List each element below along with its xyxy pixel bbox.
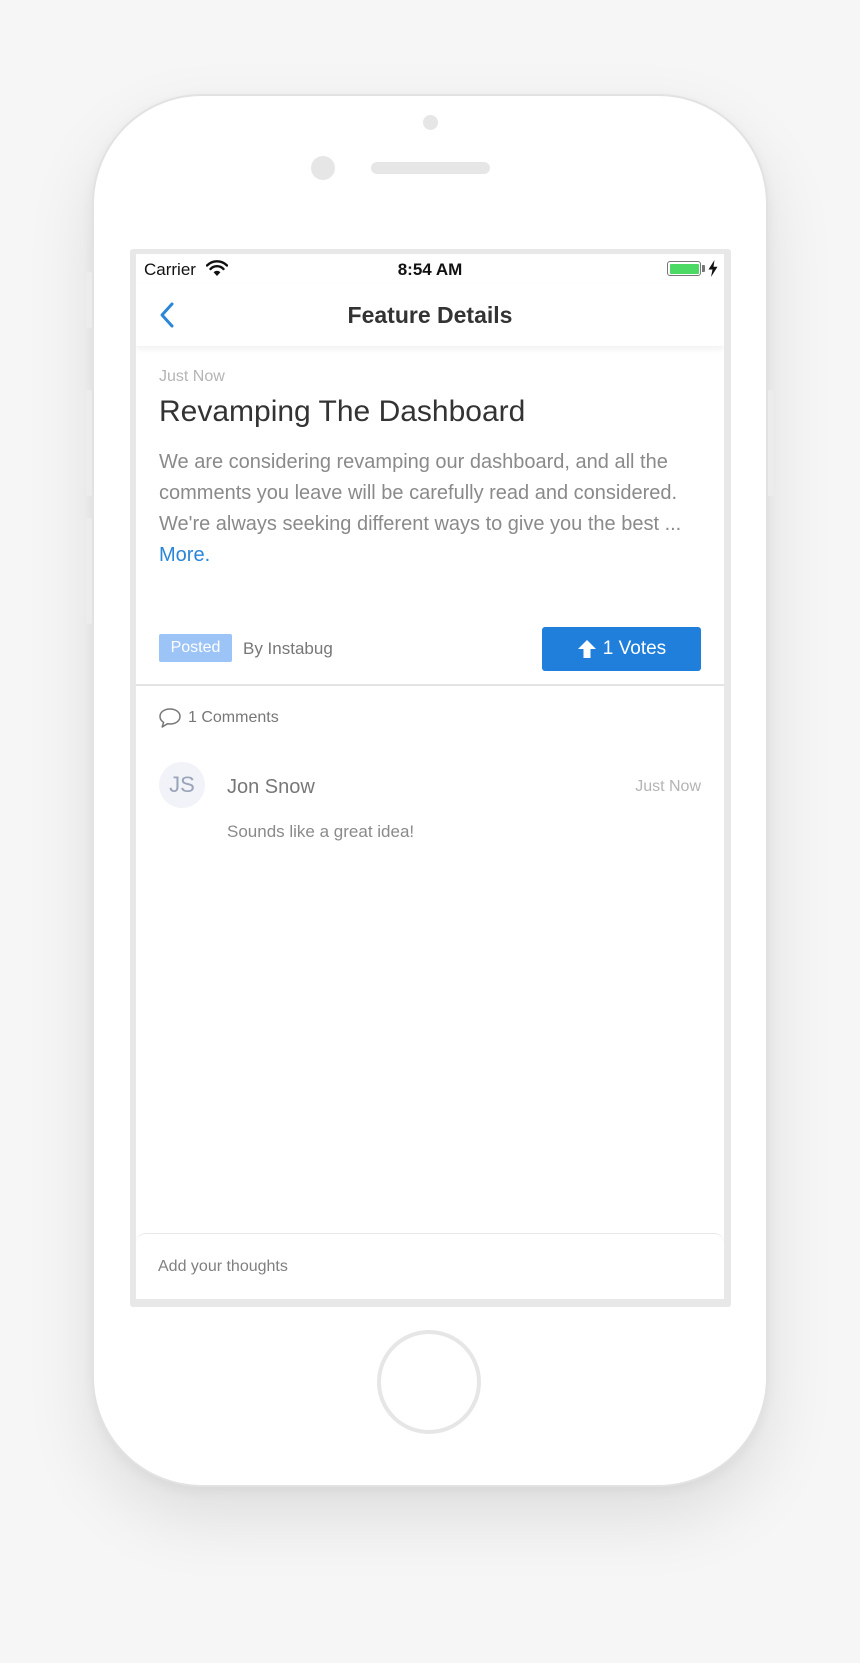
comment-item: JS Jon Snow Just Now Sounds like a great… (136, 762, 724, 852)
front-camera (311, 156, 335, 180)
app-screen: Carrier 8:54 AM Feature Details Just Now… (136, 254, 724, 1299)
bolt-icon (708, 260, 718, 277)
feature-time: Just Now (159, 368, 225, 385)
feature-description: We are considering revamping our dashboa… (159, 447, 704, 571)
comment-input[interactable] (158, 1252, 698, 1282)
arrow-up-icon (577, 640, 596, 658)
volume-up-button (86, 390, 92, 496)
author-byline: By Instabug (243, 639, 333, 658)
earpiece-speaker (371, 162, 490, 174)
status-bar: Carrier 8:54 AM (136, 254, 724, 284)
status-badge: Posted (159, 634, 232, 662)
home-button[interactable] (377, 1330, 481, 1434)
volume-down-button (86, 518, 92, 624)
comments-header: 1 Comments (158, 707, 279, 729)
mute-switch (86, 272, 92, 328)
comments-count: 1 Comments (188, 709, 279, 726)
comment-body: Sounds like a great idea! (227, 822, 415, 841)
comment-time: Just Now (635, 778, 701, 795)
proximity-sensor (423, 115, 438, 130)
comment-author: Jon Snow (227, 776, 315, 798)
power-button (768, 390, 774, 496)
description-text: We are considering revamping our dashboa… (159, 451, 682, 535)
more-link[interactable]: More. (159, 544, 210, 566)
feature-card: Just Now Revamping The Dashboard We are … (136, 346, 724, 686)
feature-title: Revamping The Dashboard (159, 395, 526, 428)
vote-button[interactable]: 1 Votes (542, 627, 701, 671)
status-time: 8:54 AM (397, 260, 463, 279)
speech-bubble-icon (159, 708, 181, 728)
page-title: Feature Details (347, 302, 513, 328)
avatar: JS (159, 762, 205, 808)
comment-composer (136, 1233, 724, 1299)
vote-label: 1 Votes (602, 638, 667, 659)
battery-level (669, 263, 699, 274)
navigation-bar: Feature Details (136, 284, 724, 346)
battery-icon (667, 261, 701, 276)
battery-tip (702, 265, 705, 272)
